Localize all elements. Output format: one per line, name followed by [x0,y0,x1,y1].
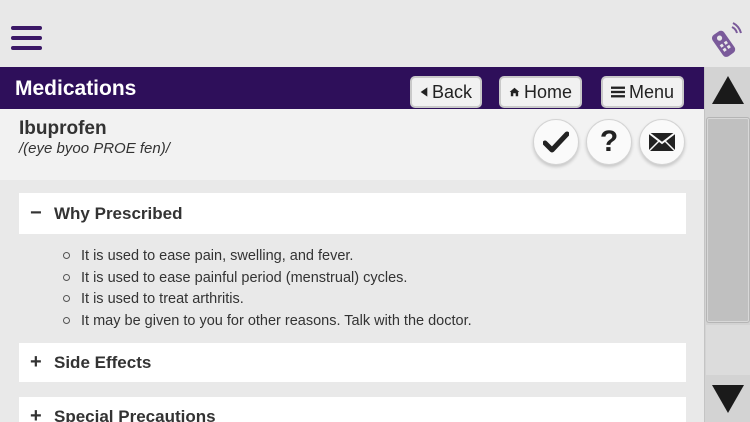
triangle-down-icon [712,385,744,413]
section-label: Why Prescribed [54,203,183,223]
list-item: It is used to ease painful period (menst… [62,268,472,290]
section-special-precautions[interactable]: + Special Precautions [19,397,686,422]
mark-taken-button[interactable] [533,119,579,165]
scroll-track[interactable] [706,325,750,375]
menu-button-label: Menu [628,81,674,102]
content-area: − Why Prescribed It is used to ease pain… [0,180,704,422]
expand-icon: + [30,405,42,422]
list-icon [611,86,625,98]
drug-pronunciation: /(eye byoo PROE fen)/ [19,140,170,157]
email-button[interactable] [639,119,685,165]
scroll-down-button[interactable] [705,376,750,422]
scroll-up-button[interactable] [705,67,750,113]
check-icon [543,131,569,153]
expand-icon: + [30,351,42,373]
page-header: Medications Back Home Menu [0,67,704,109]
scroll-thumb[interactable] [706,117,750,323]
triangle-up-icon [712,76,744,104]
list-item: It is used to ease pain, swelling, and f… [62,246,472,268]
menu-button[interactable]: Menu [601,76,684,108]
why-prescribed-list: It is used to ease pain, swelling, and f… [62,246,472,333]
section-label: Side Effects [54,352,152,372]
home-button-label: Home [523,81,572,102]
home-button[interactable]: Home [499,76,582,108]
envelope-icon [648,132,676,152]
hamburger-icon[interactable] [11,26,42,51]
triangle-left-icon [420,87,428,97]
section-label: Special Precautions [54,406,216,422]
question-icon: ? [599,125,619,158]
collapse-icon: − [30,202,42,224]
remote-control-icon[interactable] [704,22,742,60]
drug-header: Ibuprofen /(eye byoo PROE fen)/ ? [0,109,704,180]
house-icon [509,87,520,97]
section-why-prescribed[interactable]: − Why Prescribed [19,193,686,234]
scrollbar[interactable] [704,67,750,422]
help-button[interactable]: ? [586,119,632,165]
section-side-effects[interactable]: + Side Effects [19,343,686,382]
list-item: It is used to treat arthritis. [62,289,472,311]
back-button[interactable]: Back [410,76,482,108]
drug-name: Ibuprofen [19,118,107,139]
top-bar [0,0,750,67]
page-title: Medications [15,77,137,100]
back-button-label: Back [431,81,472,102]
list-item: It may be given to you for other reasons… [62,311,472,333]
